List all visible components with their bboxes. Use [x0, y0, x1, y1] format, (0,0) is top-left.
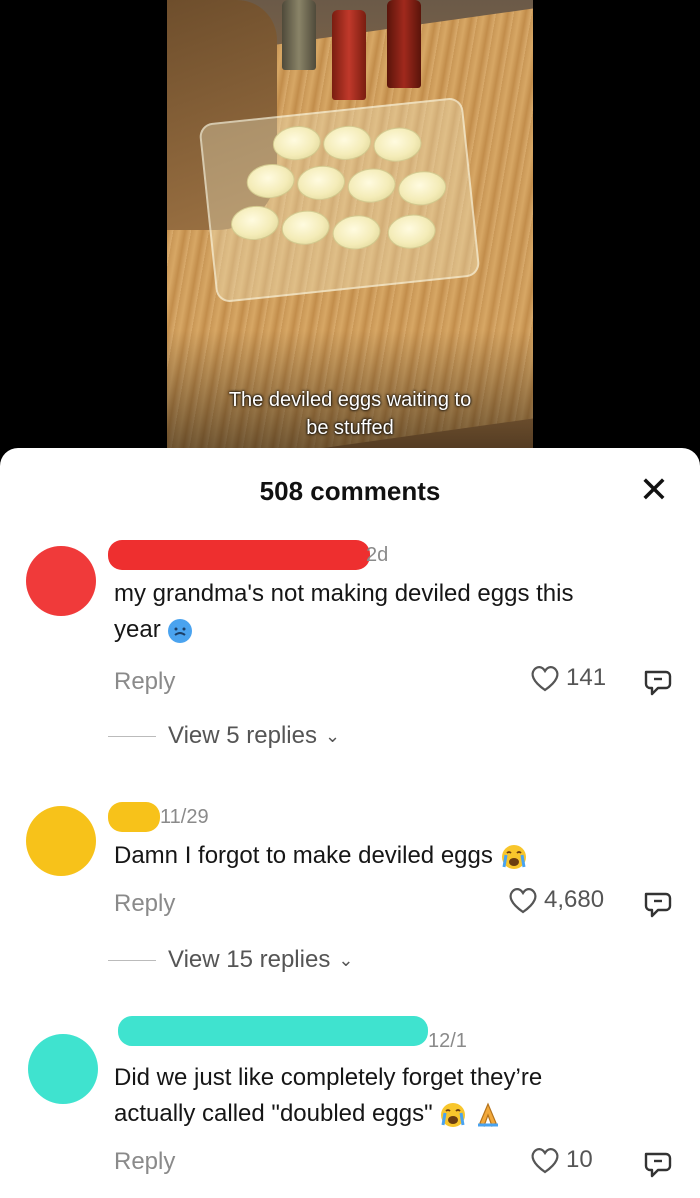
- video-caption: The deviled eggs waiting to be stuffed: [0, 386, 700, 442]
- crying-face-emoji-icon: [501, 844, 526, 869]
- divider: [108, 735, 156, 737]
- comment-timestamp: 2d: [366, 544, 389, 566]
- redacted-username: [118, 1016, 428, 1046]
- like-count: 141: [566, 664, 607, 691]
- comment-text-fragment: Damn I forgot to make deviled eggs: [114, 842, 493, 869]
- heart-icon: [509, 888, 537, 914]
- heart-icon: [531, 666, 559, 692]
- crying-face-emoji-icon: [441, 1102, 466, 1127]
- egg-image: [330, 212, 383, 252]
- chevron-down-icon: ⌄: [338, 949, 354, 970]
- egg-image: [229, 203, 281, 243]
- egg-image: [386, 212, 438, 252]
- comment-text-line: actually called "doubled eggs": [114, 1096, 654, 1132]
- comment-text-fragment: actually called "doubled eggs": [114, 1100, 433, 1127]
- like-button[interactable]: 141: [530, 664, 606, 692]
- dislike-icon[interactable]: [642, 888, 674, 920]
- avatar[interactable]: [28, 1034, 98, 1104]
- comment-text-line: year: [114, 612, 654, 648]
- avatar[interactable]: [26, 806, 96, 876]
- egg-image: [346, 166, 398, 205]
- view-replies-label: View 15 replies: [168, 946, 331, 973]
- comments-count-title: 508 comments: [259, 476, 441, 506]
- caption-line: be stuffed: [306, 417, 394, 439]
- egg-image: [271, 123, 323, 163]
- comment-text-fragment: year: [114, 616, 161, 643]
- reply-button[interactable]: Reply: [114, 890, 175, 918]
- video-player[interactable]: The deviled eggs waiting to be stuffed: [0, 0, 700, 470]
- divider: [108, 959, 156, 961]
- dislike-icon[interactable]: [642, 1148, 674, 1180]
- egg-image: [371, 125, 424, 165]
- dislike-icon[interactable]: [642, 666, 674, 698]
- view-replies-button[interactable]: View 5 replies ⌄: [108, 722, 340, 750]
- comment-text: Damn I forgot to make deviled eggs: [114, 838, 654, 874]
- view-replies-label: View 5 replies: [168, 722, 317, 749]
- egg-image: [280, 208, 332, 248]
- bottle-image: [282, 0, 316, 70]
- comment-text: Did we just like completely forget they’…: [114, 1060, 654, 1132]
- reply-button[interactable]: Reply: [114, 1148, 175, 1176]
- avatar[interactable]: [26, 546, 96, 616]
- egg-image: [295, 163, 347, 203]
- comment-timestamp: 12/1: [428, 1030, 467, 1052]
- reply-button[interactable]: Reply: [114, 668, 175, 696]
- redacted-username: [108, 802, 160, 832]
- like-count: 10: [566, 1146, 593, 1173]
- spice-bottle-image: [332, 10, 366, 100]
- praying-hands-emoji-icon: [477, 1102, 498, 1127]
- redacted-username: [108, 540, 370, 570]
- like-count: 4,680: [544, 886, 605, 913]
- egg-image: [321, 123, 373, 163]
- sad-face-emoji-icon: [168, 618, 193, 643]
- comment-text-line: my grandma's not making deviled eggs thi…: [114, 580, 574, 607]
- egg-tray-image: [198, 96, 481, 304]
- egg-image: [396, 168, 448, 208]
- comment-timestamp: 11/29: [160, 806, 209, 828]
- chevron-down-icon: ⌄: [324, 725, 341, 746]
- comments-sheet: 508 comments ✕ 2d my grandma's not makin…: [0, 448, 700, 1198]
- egg-image: [245, 161, 297, 201]
- heart-icon: [531, 1148, 559, 1174]
- comment-text-line: Did we just like completely forget they’…: [114, 1064, 543, 1091]
- close-icon[interactable]: ✕: [636, 472, 672, 508]
- spice-bottle-image: [387, 0, 421, 88]
- like-button[interactable]: 4,680: [508, 886, 604, 914]
- like-button[interactable]: 10: [530, 1146, 593, 1174]
- caption-line: The deviled eggs waiting to: [228, 389, 472, 411]
- comment-text: my grandma's not making deviled eggs thi…: [114, 576, 654, 648]
- view-replies-button[interactable]: View 15 replies ⌄: [108, 946, 353, 974]
